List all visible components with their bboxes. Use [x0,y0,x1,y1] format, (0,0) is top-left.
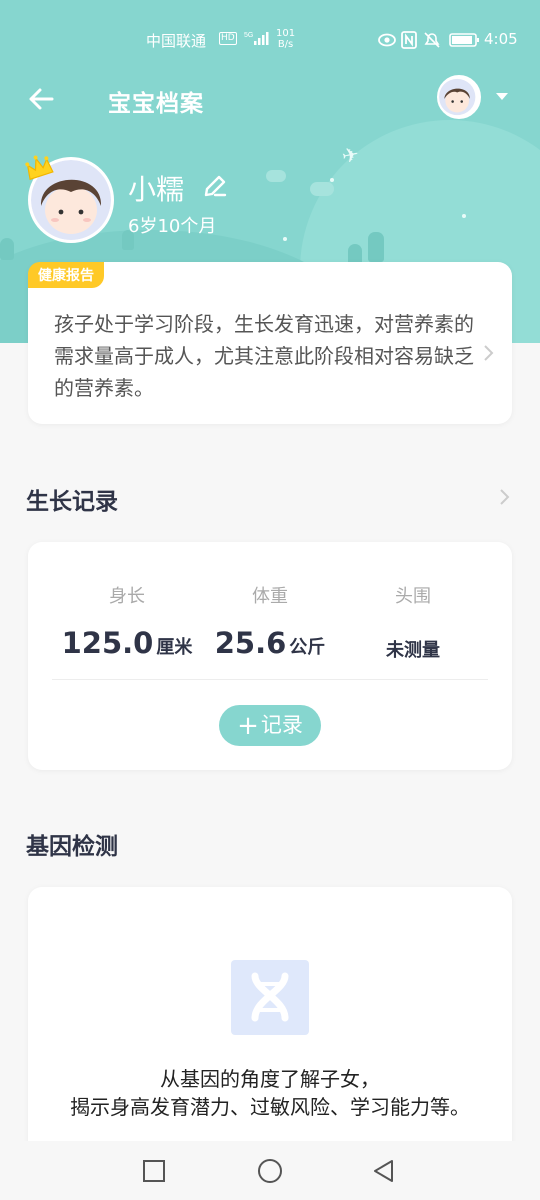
health-report-tag: 健康报告 [28,262,104,288]
child-name: 小糯 [128,173,185,206]
network-speed: 101 B/s [276,28,295,50]
child-age: 6岁10个月 [128,216,217,237]
child-switcher-avatar[interactable] [437,75,481,119]
child-avatar-icon [439,78,476,116]
growth-section-title: 生长记录 [26,489,118,515]
metric-number: 125.0 [61,626,154,660]
triangle-back-icon[interactable] [371,1158,397,1184]
head-circumference-metric: 头围 未测量 [338,582,488,662]
metric-number: 未测量 [386,640,440,661]
metric-unit: 公斤 [289,637,326,658]
plus-icon: + [237,711,259,741]
decor-star [330,178,334,182]
height-metric: 身长 125.0 厘米 [52,582,202,660]
speed-unit: B/s [277,39,294,50]
decor-tree [0,238,14,260]
page-title: 宝宝档案 [108,91,204,117]
decor-star [462,214,466,218]
battery-icon [449,33,479,47]
metric-label: 身长 [109,586,145,607]
metric-value: 25.6 公斤 [195,626,345,660]
eye-icon [378,33,396,47]
metric-unit: 厘米 [156,637,193,658]
divider [52,679,488,680]
health-report-text: 孩子处于学习阶段，生长发育迅速，对营养素的需求量高于成人，尤其注意此阶段相对容易… [54,312,474,400]
status-bar: 中国联通 HD 5G 101 B/s 4:05 [0,26,540,56]
speed-value: 101 [276,28,296,39]
metric-value: 125.0 厘米 [52,626,202,660]
gene-description-line: 从基因的角度了解子女， [160,1067,380,1091]
decor-cloud [266,170,286,182]
carrier-name: 中国联通 [146,32,207,50]
add-record-button[interactable]: +记录 [219,705,321,746]
mute-bell-icon [424,32,440,48]
metric-label: 体重 [252,586,288,607]
top-navbar: 宝宝档案 [0,72,540,126]
system-navigation-bar [0,1141,540,1200]
arrow-left-icon[interactable] [24,82,58,116]
metric-number: 25.6 [214,626,287,660]
square-icon[interactable] [141,1158,167,1184]
decor-star [283,237,287,241]
nfc-icon [401,31,417,49]
dna-icon [231,960,309,1035]
hd-badge: HD [219,32,237,45]
gene-description: 从基因的角度了解子女， 揭示身高发育潜力、过敏风险、学习能力等。 [48,1065,492,1121]
chevron-right-icon [484,345,494,361]
signal-icon: 5G [244,32,269,45]
plane-icon: ✈ [339,141,362,169]
growth-record-card: 身长 125.0 厘米 体重 25.6 公斤 头围 未测量 +记录 [28,542,512,770]
health-report-card[interactable]: 健康报告 孩子处于学习阶段，生长发育迅速，对营养素的需求量高于成人，尤其注意此阶… [28,262,512,424]
network-label: 5G [244,32,253,39]
gene-section-title: 基因检测 [26,834,118,860]
metric-label: 头围 [395,586,431,607]
gene-description-line: 揭示身高发育潜力、过敏风险、学习能力等。 [70,1095,470,1119]
add-record-label: 记录 [260,713,303,737]
decor-tree [368,232,384,262]
growth-more-chevron-icon[interactable] [498,488,510,506]
decor-cloud [310,182,334,196]
caret-down-icon[interactable] [494,90,510,102]
weight-metric: 体重 25.6 公斤 [195,582,345,660]
clock: 4:05 [484,30,518,48]
circle-icon[interactable] [257,1158,283,1184]
pencil-icon[interactable] [201,172,229,200]
metric-value: 未测量 [338,626,488,662]
